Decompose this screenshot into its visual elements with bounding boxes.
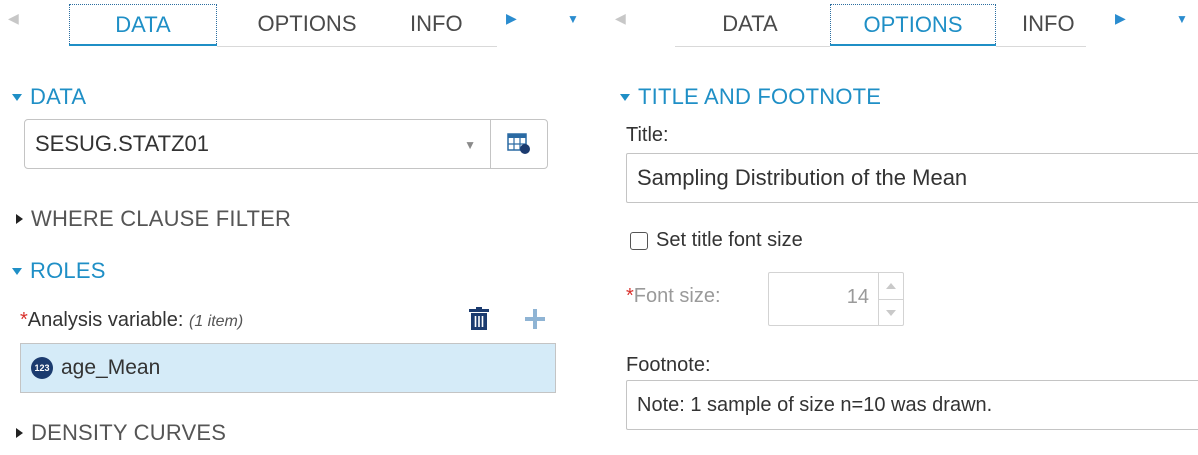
density-curves-section-header[interactable]: DENSITY CURVES: [16, 420, 226, 446]
analysis-variable-text: Analysis variable:: [27, 309, 184, 331]
chevron-up-icon: [886, 283, 896, 289]
left-scroll-right-icon[interactable]: ▶: [506, 10, 517, 27]
left-scroll-left-icon[interactable]: ◀: [8, 10, 19, 27]
title-input-value: Sampling Distribution of the Mean: [637, 165, 968, 190]
right-scroll-left-icon[interactable]: ◀: [615, 10, 626, 27]
font-size-value: 14: [846, 286, 869, 308]
delete-variable-button[interactable]: [466, 305, 492, 333]
font-size-label: *Font size:: [626, 285, 721, 308]
expand-icon: [16, 428, 23, 438]
analysis-variable-label: *Analysis variable: (1 item): [20, 309, 243, 332]
trash-icon: [469, 307, 489, 330]
footnote-label: Footnote:: [626, 354, 711, 376]
right-tab-options[interactable]: OPTIONS: [830, 4, 996, 44]
right-scroll-right-icon[interactable]: ▶: [1115, 10, 1126, 27]
roles-section-header[interactable]: ROLES: [12, 258, 106, 284]
left-tab-data[interactable]: DATA: [69, 4, 217, 44]
required-marker: *: [626, 285, 634, 307]
required-marker: *: [20, 309, 28, 331]
title-label: Title:: [626, 124, 669, 146]
title-footnote-section-header[interactable]: TITLE AND FOOTNOTE: [620, 84, 881, 110]
checkbox[interactable]: [630, 231, 648, 250]
table-browse-button[interactable]: [490, 119, 548, 169]
where-clause-section-header[interactable]: WHERE CLAUSE FILTER: [16, 206, 291, 232]
chevron-down-icon: ▼: [464, 138, 476, 152]
table-icon: [507, 133, 530, 154]
variable-list: 123 age_Mean: [20, 343, 556, 393]
decrement-button[interactable]: [879, 300, 903, 325]
right-tab-divider-left: [675, 46, 830, 47]
right-tab-info[interactable]: INFO: [1022, 4, 1086, 44]
plus-icon: [525, 309, 545, 329]
right-tab-active-underline: [830, 44, 996, 46]
left-tab-divider: [217, 46, 497, 47]
expand-icon: [12, 267, 22, 275]
footnote-input-value: Note: 1 sample of size n=10 was drawn.: [637, 393, 993, 416]
expand-icon: [16, 214, 23, 224]
right-tab-divider-right: [996, 46, 1086, 47]
expand-icon: [12, 93, 22, 101]
right-tabs-menu-icon[interactable]: ▼: [1176, 12, 1188, 26]
data-section-header[interactable]: DATA: [12, 84, 86, 110]
add-variable-button[interactable]: [522, 305, 548, 333]
left-tab-options[interactable]: OPTIONS: [232, 4, 382, 44]
footnote-input[interactable]: Note: 1 sample of size n=10 was drawn.: [626, 380, 1198, 430]
dataset-select-value: SESUG.STATZ01: [35, 131, 210, 156]
checkbox-label: Set title font size: [656, 229, 803, 251]
left-tab-info[interactable]: INFO: [410, 4, 474, 44]
dataset-select[interactable]: SESUG.STATZ01 ▼: [24, 119, 491, 169]
title-font-size-toggle[interactable]: Set title font size: [630, 229, 803, 252]
numeric-type-icon: 123: [31, 357, 53, 379]
font-size-text: Font size:: [633, 285, 721, 307]
title-input[interactable]: Sampling Distribution of the Mean: [626, 153, 1198, 203]
increment-button[interactable]: [879, 273, 903, 300]
stepper-buttons: [878, 273, 903, 325]
left-tabs-menu-icon[interactable]: ▼: [567, 12, 579, 26]
chevron-down-icon: [886, 309, 896, 316]
font-size-stepper[interactable]: 14: [768, 272, 904, 326]
item-count: (1 item): [188, 313, 244, 330]
left-tab-active-underline: [69, 44, 217, 46]
list-item[interactable]: 123 age_Mean: [21, 344, 555, 392]
right-tab-data[interactable]: DATA: [675, 4, 825, 44]
variable-name: age_Mean: [61, 356, 161, 379]
expand-icon: [620, 93, 630, 101]
